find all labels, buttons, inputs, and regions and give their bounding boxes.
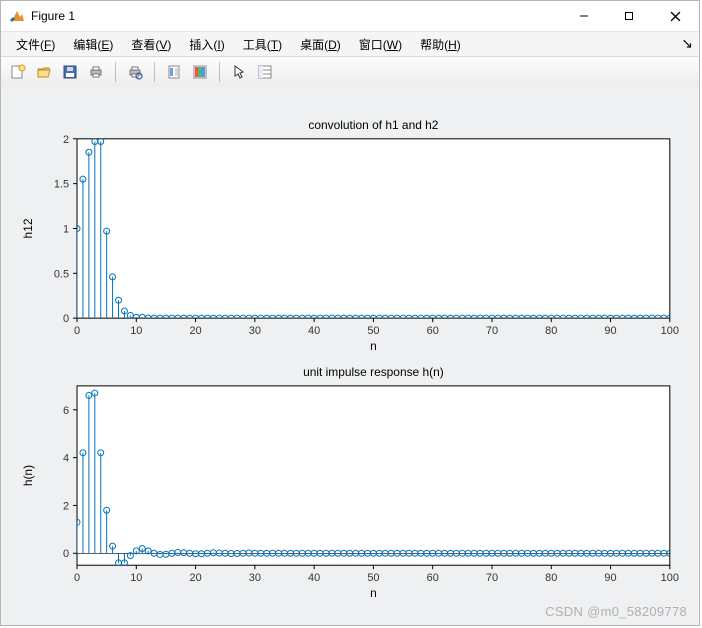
- dock-arrow-icon[interactable]: ↘: [681, 35, 693, 52]
- toolbar-separator: [115, 62, 116, 82]
- xtick: 80: [545, 325, 557, 337]
- menu-t[interactable]: 工具(T): [234, 34, 291, 55]
- xtick: 10: [130, 325, 142, 337]
- xtick: 50: [367, 572, 379, 584]
- print-preview-icon[interactable]: [124, 61, 146, 83]
- ylabel-0: h12: [21, 218, 35, 238]
- open-icon[interactable]: [33, 61, 55, 83]
- xtick: 90: [604, 325, 616, 337]
- axes-0: [77, 139, 670, 318]
- xtick: 30: [249, 325, 261, 337]
- ytick: 1: [63, 223, 69, 235]
- colorbar-icon[interactable]: [189, 61, 211, 83]
- xtick: 100: [661, 572, 679, 584]
- toolbar-separator: [219, 62, 220, 82]
- figure-svg: convolution of h1 and h20102030405060708…: [1, 87, 699, 625]
- pointer-icon[interactable]: [228, 61, 250, 83]
- xtick: 80: [545, 572, 557, 584]
- ytick: 0: [63, 313, 69, 325]
- xtick: 70: [486, 325, 498, 337]
- xtick: 50: [367, 325, 379, 337]
- matlab-figure-icon: [9, 8, 25, 24]
- menu-e[interactable]: 编辑(E): [64, 34, 122, 55]
- menu-v[interactable]: 查看(V): [122, 34, 180, 55]
- ylabel-1: h(n): [21, 465, 35, 486]
- save-icon[interactable]: [59, 61, 81, 83]
- xlabel-1: n: [370, 586, 377, 600]
- close-button[interactable]: [651, 1, 699, 31]
- ytick: 2: [63, 134, 69, 146]
- xtick: 100: [661, 325, 679, 337]
- titlebar: Figure 1: [1, 1, 699, 32]
- xtick: 10: [130, 572, 142, 584]
- figure-canvas: convolution of h1 and h20102030405060708…: [1, 87, 699, 625]
- ytick: 0: [63, 548, 69, 560]
- window-buttons: [561, 1, 699, 31]
- xtick: 20: [189, 572, 201, 584]
- menu-d[interactable]: 桌面(D): [291, 34, 350, 55]
- xtick: 0: [74, 325, 80, 337]
- menu-h[interactable]: 帮助(H): [411, 34, 470, 55]
- menu-i[interactable]: 插入(I): [180, 34, 233, 55]
- ytick: 0.5: [54, 268, 69, 280]
- print-icon[interactable]: [85, 61, 107, 83]
- axes-title-1: unit impulse response h(n): [303, 365, 444, 379]
- toolbar-separator: [154, 62, 155, 82]
- figure-window: Figure 1 文件(F)编辑(E)查看(V)插入(I)工具(T)桌面(D)窗…: [0, 0, 700, 626]
- window-title: Figure 1: [31, 9, 561, 23]
- xtick: 60: [427, 325, 439, 337]
- watermark-text: CSDN @m0_58209778: [545, 604, 687, 619]
- ytick: 2: [63, 500, 69, 512]
- xtick: 40: [308, 572, 320, 584]
- xtick: 60: [427, 572, 439, 584]
- xlabel-0: n: [370, 339, 377, 353]
- link-icon[interactable]: [163, 61, 185, 83]
- menu-f[interactable]: 文件(F): [7, 34, 64, 55]
- xtick: 20: [189, 325, 201, 337]
- menubar: 文件(F)编辑(E)查看(V)插入(I)工具(T)桌面(D)窗口(W)帮助(H)…: [1, 32, 699, 57]
- ytick: 6: [63, 405, 69, 417]
- xtick: 70: [486, 572, 498, 584]
- maximize-button[interactable]: [606, 1, 651, 31]
- xtick: 90: [604, 572, 616, 584]
- menu-w[interactable]: 窗口(W): [350, 34, 411, 55]
- minimize-button[interactable]: [561, 1, 606, 31]
- xtick: 0: [74, 572, 80, 584]
- axes-title-0: convolution of h1 and h2: [308, 118, 438, 132]
- new-figure-icon[interactable]: [7, 61, 29, 83]
- xtick: 40: [308, 325, 320, 337]
- toolbar: [1, 57, 699, 88]
- xtick: 30: [249, 572, 261, 584]
- axes-1: [77, 386, 670, 565]
- ytick: 4: [63, 453, 69, 465]
- ytick: 1.5: [54, 179, 69, 191]
- property-editor-icon[interactable]: [254, 61, 276, 83]
